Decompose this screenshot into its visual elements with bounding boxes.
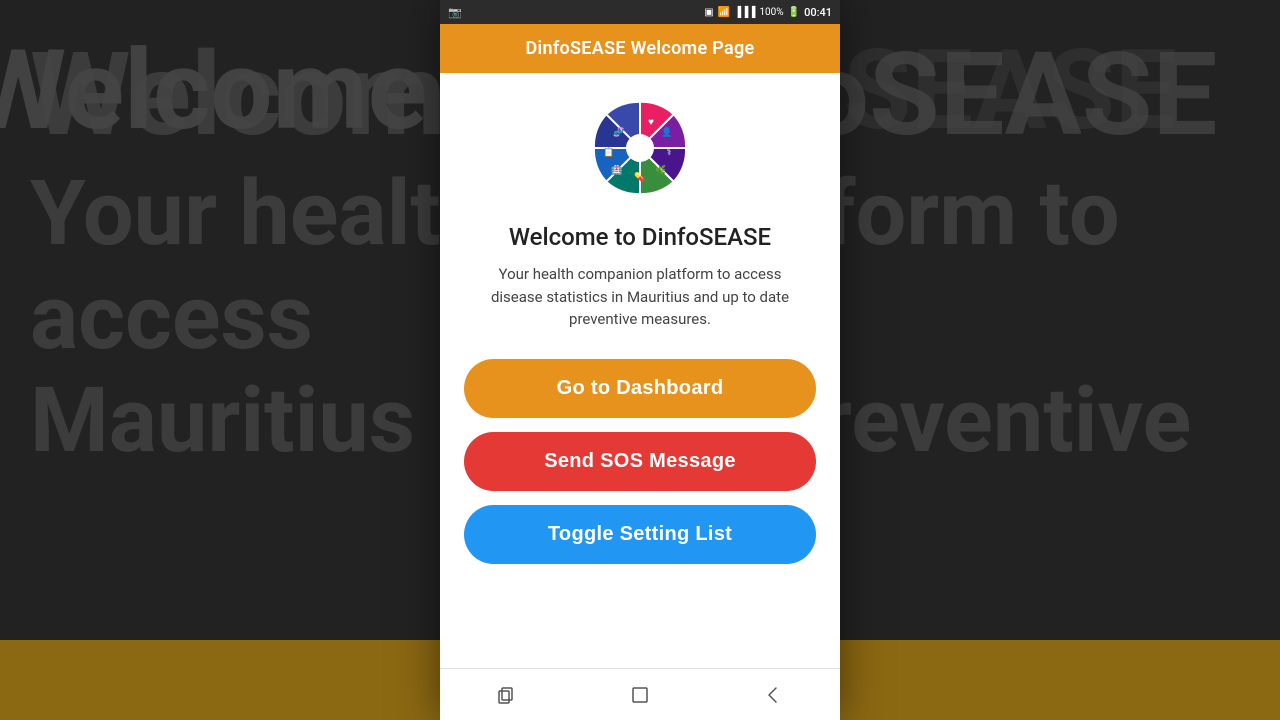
app-header-title: DinfoSEASE Welcome Page — [456, 38, 824, 59]
home-button[interactable] — [626, 681, 654, 709]
svg-text:🧬: 🧬 — [613, 126, 624, 138]
svg-text:📋: 📋 — [603, 146, 614, 158]
signal-icon: ▐▐▐ — [734, 7, 755, 18]
welcome-description: Your health companion platform to access… — [490, 263, 790, 331]
recent-apps-button[interactable] — [493, 681, 521, 709]
welcome-title: Welcome to DinfoSEASE — [509, 223, 771, 251]
svg-text:⚕: ⚕ — [667, 148, 672, 158]
sos-button[interactable]: Send SOS Message — [464, 432, 816, 491]
svg-text:👤: 👤 — [661, 126, 672, 138]
svg-text:🏥: 🏥 — [611, 164, 622, 176]
status-bar-right: ▣ 📶 ▐▐▐ 100% 🔋 00:41 — [704, 6, 832, 19]
wifi-icon: 📶 — [718, 7, 730, 18]
status-bar-left: 📷 — [448, 6, 462, 19]
back-button[interactable] — [759, 681, 787, 709]
battery-icon: 🔋 — [788, 7, 800, 18]
svg-text:🌿: 🌿 — [655, 164, 666, 176]
time-display: 00:41 — [804, 6, 832, 19]
logo-wheel-icon: ♥ 👤 ⚕ 🌿 💊 🏥 📋 🧬 — [585, 93, 695, 203]
logo-container: ♥ 👤 ⚕ 🌿 💊 🏥 📋 🧬 — [585, 93, 695, 203]
app-header: DinfoSEASE Welcome Page — [440, 24, 840, 73]
app-content: ♥ 👤 ⚕ 🌿 💊 🏥 📋 🧬 Welcome to DinfoSEASE Yo… — [440, 73, 840, 668]
cast-icon: ▣ — [704, 7, 713, 18]
svg-text:💊: 💊 — [634, 171, 645, 183]
bottom-nav — [440, 668, 840, 720]
camera-icon: 📷 — [448, 6, 462, 19]
phone-frame: 📷 ▣ 📶 ▐▐▐ 100% 🔋 00:41 DinfoSEASE Welcom… — [440, 0, 840, 720]
toggle-button[interactable]: Toggle Setting List — [464, 505, 816, 564]
dashboard-button[interactable]: Go to Dashboard — [464, 359, 816, 418]
status-bar: 📷 ▣ 📶 ▐▐▐ 100% 🔋 00:41 — [440, 0, 840, 24]
battery-percentage: 100% — [759, 7, 783, 18]
svg-text:♥: ♥ — [648, 117, 654, 128]
